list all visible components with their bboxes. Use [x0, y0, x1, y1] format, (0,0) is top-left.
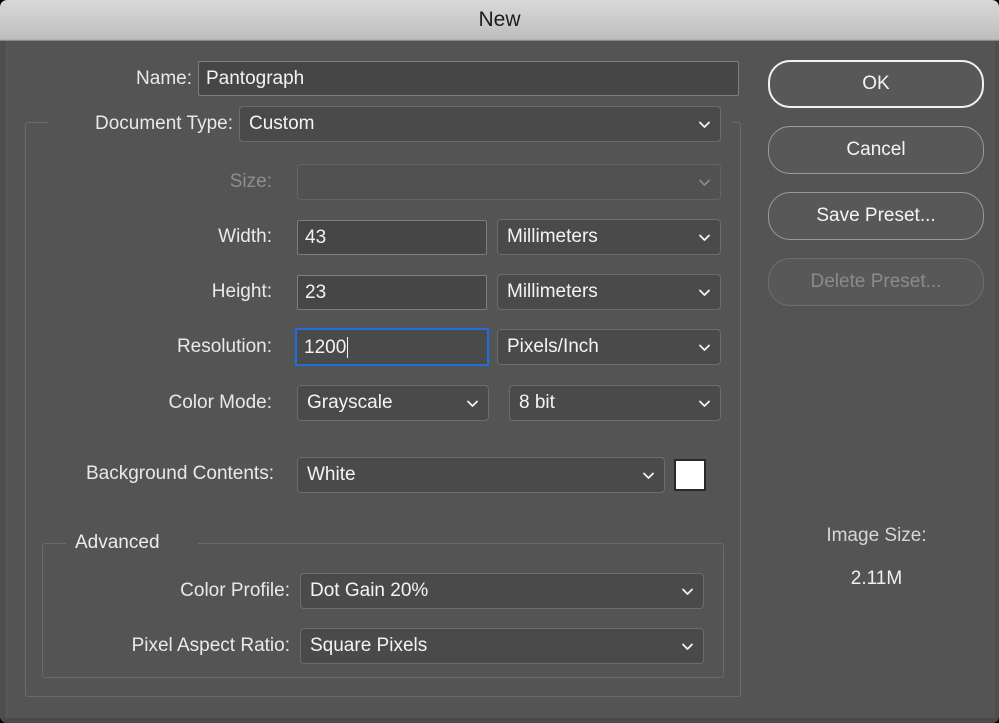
cancel-button-label: Cancel — [846, 139, 906, 160]
resolution-input-value: 1200 — [304, 336, 347, 358]
height-unit-value: Millimeters — [507, 281, 598, 302]
resolution-input[interactable]: 1200 — [295, 328, 489, 366]
pixel-aspect-ratio-label: Pixel Aspect Ratio: — [131, 635, 290, 656]
chevron-down-icon — [698, 231, 711, 244]
chevron-down-icon — [466, 397, 479, 410]
color-mode-value: Grayscale — [307, 392, 393, 413]
size-select — [297, 164, 721, 200]
window-left-edge — [0, 41, 7, 723]
height-input-value: 23 — [305, 282, 327, 303]
name-input-value: Pantograph — [206, 68, 305, 89]
chevron-down-icon — [681, 585, 694, 598]
resolution-unit-value: Pixels/Inch — [507, 336, 599, 357]
name-label: Name: — [136, 68, 192, 89]
chevron-down-icon — [698, 341, 711, 354]
color-profile-label: Color Profile: — [180, 580, 290, 601]
delete-preset-button-label: Delete Preset... — [810, 271, 942, 292]
width-unit-select[interactable]: Millimeters — [497, 219, 721, 255]
advanced-legend: Advanced — [68, 533, 167, 553]
new-document-dialog: New Name: Pantograph Document Type: Cust… — [0, 0, 999, 723]
document-type-value: Custom — [249, 113, 315, 134]
cancel-button[interactable]: Cancel — [768, 126, 984, 174]
color-depth-value: 8 bit — [519, 392, 555, 413]
width-label: Width: — [218, 226, 272, 247]
chevron-down-icon — [698, 176, 711, 189]
chevron-down-icon — [698, 286, 711, 299]
background-contents-value: White — [307, 464, 356, 485]
height-input[interactable]: 23 — [297, 275, 487, 310]
height-unit-select[interactable]: Millimeters — [497, 274, 721, 310]
chevron-down-icon — [642, 469, 655, 482]
title-bar: New — [0, 0, 999, 41]
delete-preset-button: Delete Preset... — [768, 258, 984, 306]
width-input[interactable]: 43 — [297, 220, 487, 255]
width-input-value: 43 — [305, 227, 327, 248]
pixel-aspect-ratio-value: Square Pixels — [310, 635, 428, 656]
color-profile-select[interactable]: Dot Gain 20% — [300, 573, 704, 609]
window-right-edge — [995, 41, 999, 723]
save-preset-button[interactable]: Save Preset... — [768, 192, 984, 240]
window-bottom-edge — [0, 718, 999, 723]
size-label: Size: — [229, 171, 272, 192]
background-color-swatch[interactable] — [674, 459, 706, 491]
color-profile-value: Dot Gain 20% — [310, 580, 429, 601]
chevron-down-icon — [698, 397, 711, 410]
save-preset-button-label: Save Preset... — [816, 205, 936, 226]
dialog-title: New — [478, 8, 521, 31]
resolution-unit-select[interactable]: Pixels/Inch — [497, 329, 721, 365]
height-label: Height: — [211, 281, 272, 302]
chevron-down-icon — [681, 640, 694, 653]
color-mode-select[interactable]: Grayscale — [297, 385, 489, 421]
pixel-aspect-ratio-select[interactable]: Square Pixels — [300, 628, 704, 664]
color-depth-select[interactable]: 8 bit — [509, 385, 721, 421]
background-contents-select[interactable]: White — [297, 457, 665, 493]
document-type-label: Document Type: — [94, 113, 233, 134]
image-size-label: Image Size: — [826, 525, 927, 546]
ok-button-label: OK — [862, 73, 890, 94]
ok-button[interactable]: OK — [768, 60, 984, 108]
image-size-value: 2.11M — [850, 568, 903, 589]
document-type-select[interactable]: Custom — [239, 106, 721, 142]
text-caret — [347, 336, 349, 358]
chevron-down-icon — [698, 118, 711, 131]
color-mode-label: Color Mode: — [168, 392, 273, 413]
background-contents-label: Background Contents: — [85, 463, 274, 484]
resolution-label: Resolution: — [176, 336, 272, 357]
name-input[interactable]: Pantograph — [198, 61, 739, 96]
width-unit-value: Millimeters — [507, 226, 598, 247]
